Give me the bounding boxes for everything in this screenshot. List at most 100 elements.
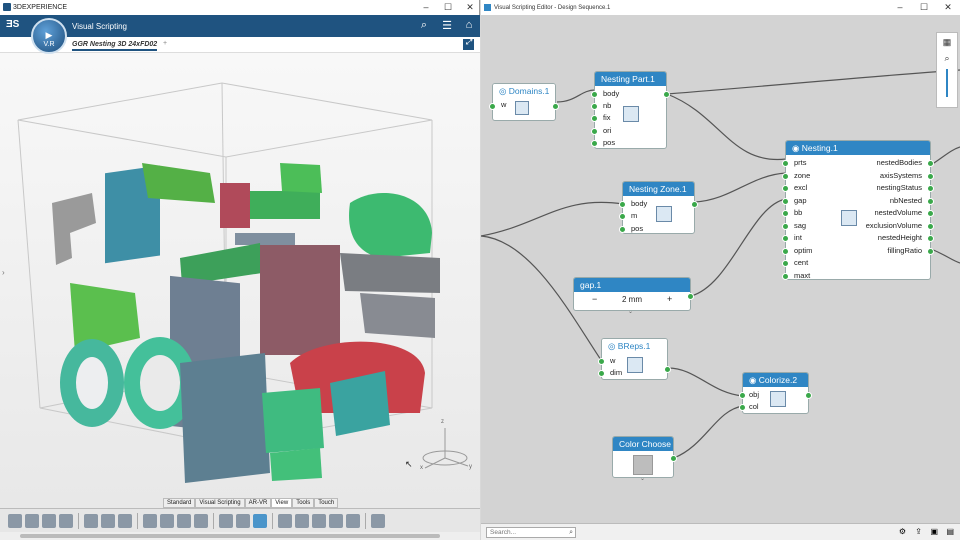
- close-icon[interactable]: ✕: [936, 0, 960, 15]
- rotate-icon[interactable]: [177, 513, 191, 528]
- search-icon[interactable]: ⌕: [417, 19, 431, 33]
- settings-icon[interactable]: [101, 513, 115, 528]
- output-port[interactable]: [927, 235, 934, 242]
- eye-icon[interactable]: ◉: [792, 143, 802, 153]
- input-port[interactable]: [782, 272, 789, 280]
- input-port[interactable]: [591, 128, 598, 135]
- fullscreen-icon[interactable]: ⤢: [463, 39, 474, 50]
- tag-icon[interactable]: ⌂: [462, 19, 476, 33]
- input-port[interactable]: [591, 140, 598, 147]
- cube-view-icon[interactable]: [253, 513, 267, 528]
- render-icon[interactable]: [278, 513, 292, 528]
- add-tab-button[interactable]: +: [163, 40, 167, 47]
- node-domains[interactable]: ◎ Domains.1 w: [489, 83, 559, 121]
- maximize-icon[interactable]: ☐: [437, 0, 459, 15]
- output-port[interactable]: [927, 160, 934, 167]
- increment-button[interactable]: +: [667, 294, 672, 304]
- eye-icon[interactable]: ◎: [499, 86, 509, 96]
- tab-ggr-nesting[interactable]: GGR Nesting 3D 24xFD02: [72, 41, 158, 51]
- node-gap[interactable]: gap.1 − 2 mm + ⌄: [573, 277, 694, 315]
- axis-gizmo[interactable]: [422, 428, 469, 469]
- input-port[interactable]: [782, 172, 789, 180]
- input-port[interactable]: [782, 160, 789, 167]
- tab-view[interactable]: View: [271, 498, 293, 508]
- map-icon[interactable]: ▦: [940, 37, 954, 49]
- input-port[interactable]: [782, 235, 789, 242]
- output-port[interactable]: [927, 210, 934, 217]
- tab-ar-vr[interactable]: AR-VR: [244, 498, 272, 508]
- help-icon[interactable]: [118, 513, 132, 528]
- tab-standard[interactable]: Standard: [163, 498, 196, 508]
- output-port[interactable]: [664, 366, 671, 373]
- input-port[interactable]: [782, 222, 789, 230]
- input-port[interactable]: [591, 91, 598, 98]
- output-port[interactable]: [927, 222, 934, 230]
- input-port[interactable]: [782, 185, 789, 192]
- node-nesting-zone[interactable]: Nesting Zone.1 body m pos: [619, 181, 698, 234]
- node-nesting-part[interactable]: Nesting Part.1 body nb fix ori pos: [591, 71, 670, 149]
- input-port[interactable]: [739, 392, 746, 399]
- zoom-fit-icon[interactable]: [84, 513, 98, 528]
- eye-icon[interactable]: ◉: [749, 375, 759, 385]
- pan-icon[interactable]: [160, 513, 174, 528]
- node-nesting[interactable]: ◉ Nesting.1 prts zone excl gap bb sag int optim…: [782, 140, 934, 280]
- output-port[interactable]: [927, 247, 934, 255]
- copy-icon[interactable]: [25, 513, 39, 528]
- ambient-icon[interactable]: [329, 513, 343, 528]
- input-port[interactable]: [782, 247, 789, 255]
- input-port[interactable]: [591, 115, 598, 122]
- zoom-icon[interactable]: [143, 513, 157, 528]
- output-port[interactable]: [691, 201, 698, 208]
- display-icon[interactable]: [312, 513, 326, 528]
- output-port[interactable]: [927, 172, 934, 180]
- compass-widget[interactable]: ▶ V.R: [31, 18, 67, 54]
- chevron-down-icon[interactable]: ⌄: [640, 475, 645, 482]
- horizontal-scrollbar[interactable]: [0, 532, 480, 540]
- panel-icon[interactable]: ▤: [946, 527, 954, 536]
- input-port[interactable]: [591, 103, 598, 110]
- node-breps[interactable]: ◎ BReps.1 w dim: [598, 338, 671, 380]
- output-port[interactable]: [687, 293, 694, 300]
- script-canvas[interactable]: ◎ Domains.1 w Nesting Part.1 body nb fix…: [481, 15, 960, 523]
- close-icon[interactable]: ✕: [459, 0, 481, 15]
- image-icon[interactable]: ▣: [930, 527, 938, 536]
- search-zoom-icon[interactable]: [194, 513, 208, 528]
- input-port[interactable]: [598, 370, 605, 377]
- output-port[interactable]: [927, 185, 934, 192]
- output-port[interactable]: [670, 455, 677, 462]
- view-icon[interactable]: [236, 513, 250, 528]
- layout-icon[interactable]: [371, 513, 385, 528]
- decrement-button[interactable]: −: [592, 294, 597, 304]
- search-icon[interactable]: ⌕: [569, 528, 573, 538]
- input-port[interactable]: [598, 358, 605, 365]
- output-port[interactable]: [805, 392, 812, 399]
- tab-tools[interactable]: Tools: [292, 498, 315, 508]
- tab-touch[interactable]: Touch: [314, 498, 339, 508]
- eye-icon[interactable]: ◎: [608, 341, 618, 351]
- input-port[interactable]: [739, 404, 746, 411]
- output-port[interactable]: [927, 197, 934, 205]
- minimize-icon[interactable]: –: [888, 0, 912, 15]
- node-color-chooser[interactable]: Color Choose ⌄: [612, 436, 677, 482]
- paste-icon[interactable]: [42, 513, 56, 528]
- node-colorize[interactable]: ◉ Colorize.2 obj col: [739, 372, 812, 414]
- material-icon[interactable]: [295, 513, 309, 528]
- lighting-icon[interactable]: [346, 513, 360, 528]
- settings-icon[interactable]: ⚙: [899, 527, 906, 536]
- input-port[interactable]: [619, 226, 626, 233]
- input-port[interactable]: [489, 103, 496, 110]
- zoom-icon[interactable]: ⌕: [940, 53, 954, 65]
- input-port[interactable]: [782, 197, 789, 205]
- capture-icon[interactable]: [219, 513, 233, 528]
- export-icon[interactable]: ⇪: [915, 527, 922, 536]
- input-port[interactable]: [619, 213, 626, 220]
- tab-visual-scripting[interactable]: Visual Scripting: [195, 498, 245, 508]
- scrollbar-thumb[interactable]: [20, 534, 440, 538]
- menu-icon[interactable]: ☰: [440, 19, 454, 33]
- color-swatch[interactable]: [633, 455, 653, 475]
- input-port[interactable]: [782, 260, 789, 267]
- cut-icon[interactable]: [8, 513, 22, 528]
- search-input[interactable]: Search... ⌕: [486, 527, 576, 538]
- output-port[interactable]: [552, 103, 559, 110]
- input-port[interactable]: [782, 210, 789, 217]
